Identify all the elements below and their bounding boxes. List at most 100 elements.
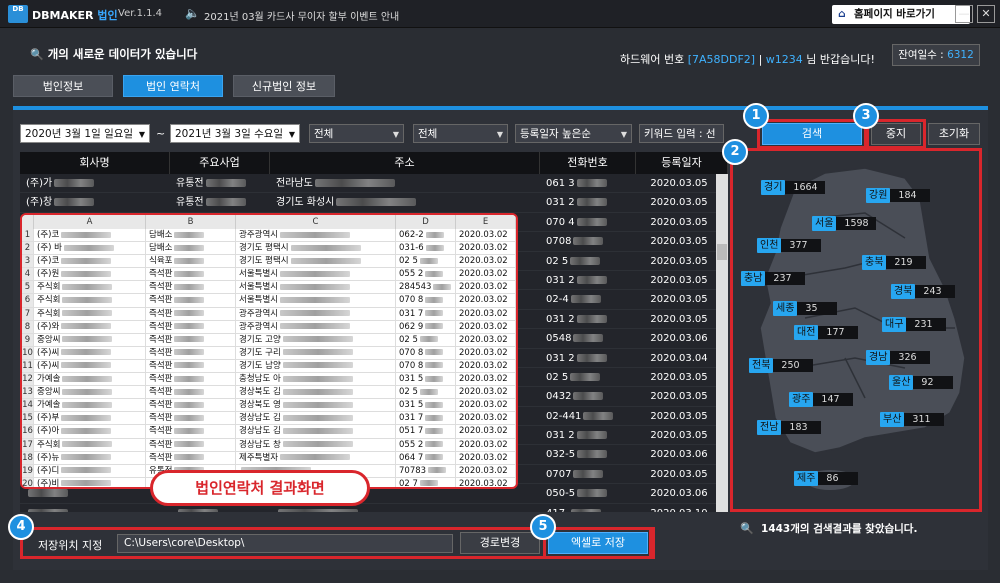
- date-from-picker[interactable]: 2020년 3월 1일 일요일 ▼: [20, 124, 150, 143]
- close-button[interactable]: ✕: [977, 5, 995, 23]
- blurred-text: [280, 296, 351, 303]
- excel-cell: 12: [22, 373, 34, 386]
- tab-corp-contact[interactable]: 법인 연락처: [123, 75, 223, 97]
- excel-cell: 18: [22, 451, 34, 464]
- excel-cell-text: 2020.03.02: [459, 360, 508, 371]
- excel-cell: 2020.03.02: [456, 451, 516, 464]
- stop-button[interactable]: 중지: [871, 123, 921, 145]
- table-cell: 2020.03.06: [636, 329, 716, 347]
- excel-row: 15 (주)부 즉석판 경상남도 김 031 7 2020.03.02: [22, 412, 516, 426]
- cell-text: 061 3: [546, 178, 575, 189]
- tab-new-corp[interactable]: 신규법인 정보: [233, 75, 335, 97]
- industry-value: 전체: [418, 128, 438, 140]
- excel-cell-text: 주식회: [37, 439, 61, 450]
- region-16[interactable]: 제주 86: [794, 471, 859, 486]
- region-10[interactable]: 경남 326: [866, 350, 931, 365]
- col-address[interactable]: 주소: [270, 152, 540, 174]
- cell-text: 2020.03.05: [650, 313, 708, 325]
- excel-cell: 1: [22, 229, 34, 242]
- excel-cell-text: 10: [22, 347, 33, 358]
- region-count: 377: [781, 239, 822, 252]
- minimize-button[interactable]: —: [955, 5, 973, 23]
- excel-row: 16 (주)아 즉석판 경상남도 김 051 7 2020.03.02: [22, 425, 516, 439]
- minimize-icon: —: [958, 7, 970, 20]
- tab-corp-info[interactable]: 법인정보: [13, 75, 113, 97]
- blurred-text: [54, 198, 95, 207]
- region-name: 충북: [862, 255, 887, 270]
- date-to-picker[interactable]: 2021년 3월 3일 수요일 ▼: [170, 124, 300, 143]
- excel-cell: 4: [22, 268, 34, 281]
- region-name: 제주: [794, 471, 819, 486]
- industry-select[interactable]: 전체 ▼: [413, 124, 508, 143]
- cell-text: 02 5: [546, 255, 569, 267]
- blurred-text: [577, 489, 608, 498]
- region-2[interactable]: 서울 1598: [812, 216, 877, 231]
- region-select[interactable]: 전체 ▼: [309, 124, 404, 143]
- excel-cell-text: 062-2: [399, 230, 424, 240]
- save-excel-button[interactable]: 엑셀로 저장: [548, 532, 648, 554]
- table-row[interactable]: (주)가 유통전 전라남도 061 3 2020.03.05: [20, 174, 716, 194]
- region-name: 전남: [757, 420, 782, 435]
- table-row[interactable]: (주)창 유통전 경기도 화성시 031 2 2020.03.05: [20, 193, 716, 213]
- excel-row: 8 (주)와 즉석판 광주광역시 062 9 2020.03.02: [22, 320, 516, 334]
- table-cell: 경기도 화성시: [270, 193, 540, 211]
- sort-select[interactable]: 등록일자 높은순 ▼: [515, 124, 632, 143]
- blurred-text: [425, 401, 444, 408]
- notice-text[interactable]: 2021년 03월 카드사 무이자 할부 이벤트 안내: [204, 8, 399, 23]
- blurred-text: [174, 414, 205, 421]
- col-date[interactable]: 등록일자: [636, 152, 728, 174]
- scrollbar-thumb[interactable]: [717, 244, 727, 260]
- excel-cell: 서울특별시: [236, 294, 396, 307]
- homepage-button[interactable]: ⌂ 홈페이지 바로가기: [832, 5, 970, 24]
- blurred-text: [419, 388, 438, 395]
- excel-cell: 055 2: [396, 268, 456, 281]
- blurred-text: [576, 198, 607, 207]
- close-icon: ✕: [981, 7, 991, 20]
- col-company[interactable]: 회사명: [20, 152, 170, 174]
- region-7[interactable]: 세종 35: [773, 301, 838, 316]
- remaining-days: 잔여일수 : 6312: [892, 44, 980, 66]
- region-12[interactable]: 울산 92: [889, 375, 954, 390]
- excel-row: 1 (주)코 담배소 광주광역시 062-2 2020.03.02: [22, 229, 516, 243]
- cell-text: 02-441: [546, 410, 582, 422]
- region-0[interactable]: 경기 1664: [761, 180, 826, 195]
- excel-cell: (주) 바: [34, 242, 146, 255]
- change-path-button[interactable]: 경로변경: [460, 532, 540, 554]
- excel-cell-text: 경상남도 김: [239, 426, 281, 437]
- blurred-text: [425, 349, 444, 356]
- keyword-input[interactable]: 키워드 입력 : 선택: [639, 124, 724, 143]
- blurred-text: [174, 257, 205, 264]
- region-13[interactable]: 광주 147: [789, 392, 854, 407]
- region-name: 충남: [741, 271, 766, 286]
- excel-row: 9 중앙씨 즉석판 경기도 고양 02 5 2020.03.02: [22, 333, 516, 347]
- region-6[interactable]: 경북 243: [891, 284, 956, 299]
- blurred-text: [280, 283, 351, 290]
- table-scrollbar[interactable]: [716, 174, 728, 512]
- blurred-text: [280, 231, 351, 238]
- excel-cell-text: 9: [24, 334, 31, 345]
- region-8[interactable]: 대구 231: [882, 317, 947, 332]
- blurred-text: [290, 244, 361, 251]
- region-11[interactable]: 전북 250: [749, 358, 814, 373]
- reset-button[interactable]: 초기화: [928, 123, 980, 145]
- region-1[interactable]: 강원 184: [866, 188, 931, 203]
- table-cell: 031 2: [540, 193, 636, 211]
- region-15[interactable]: 전남 183: [757, 420, 822, 435]
- excel-cell: 2020.03.02: [456, 320, 516, 333]
- region-9[interactable]: 대전 177: [794, 325, 859, 340]
- region-3[interactable]: 인천 377: [757, 238, 822, 253]
- region-5[interactable]: 충남 237: [741, 271, 806, 286]
- col-business[interactable]: 주요사업: [170, 152, 270, 174]
- col-phone[interactable]: 전화번호: [540, 152, 636, 174]
- excel-cell-text: 즉석판: [149, 426, 173, 437]
- region-14[interactable]: 부산 311: [880, 412, 945, 427]
- brand-corp: 법인: [97, 9, 118, 22]
- table-cell: 2020.03.04: [636, 349, 716, 367]
- region-4[interactable]: 충북 219: [862, 255, 927, 270]
- save-path-input[interactable]: C:\Users\core\Desktop\: [117, 534, 453, 553]
- blurred-text: [62, 296, 113, 303]
- search-icon: 🔍: [740, 522, 754, 535]
- search-button[interactable]: 검색: [762, 123, 862, 145]
- blurred-text: [570, 372, 601, 381]
- table-row[interactable]: 417- 2020.03.10: [20, 504, 716, 512]
